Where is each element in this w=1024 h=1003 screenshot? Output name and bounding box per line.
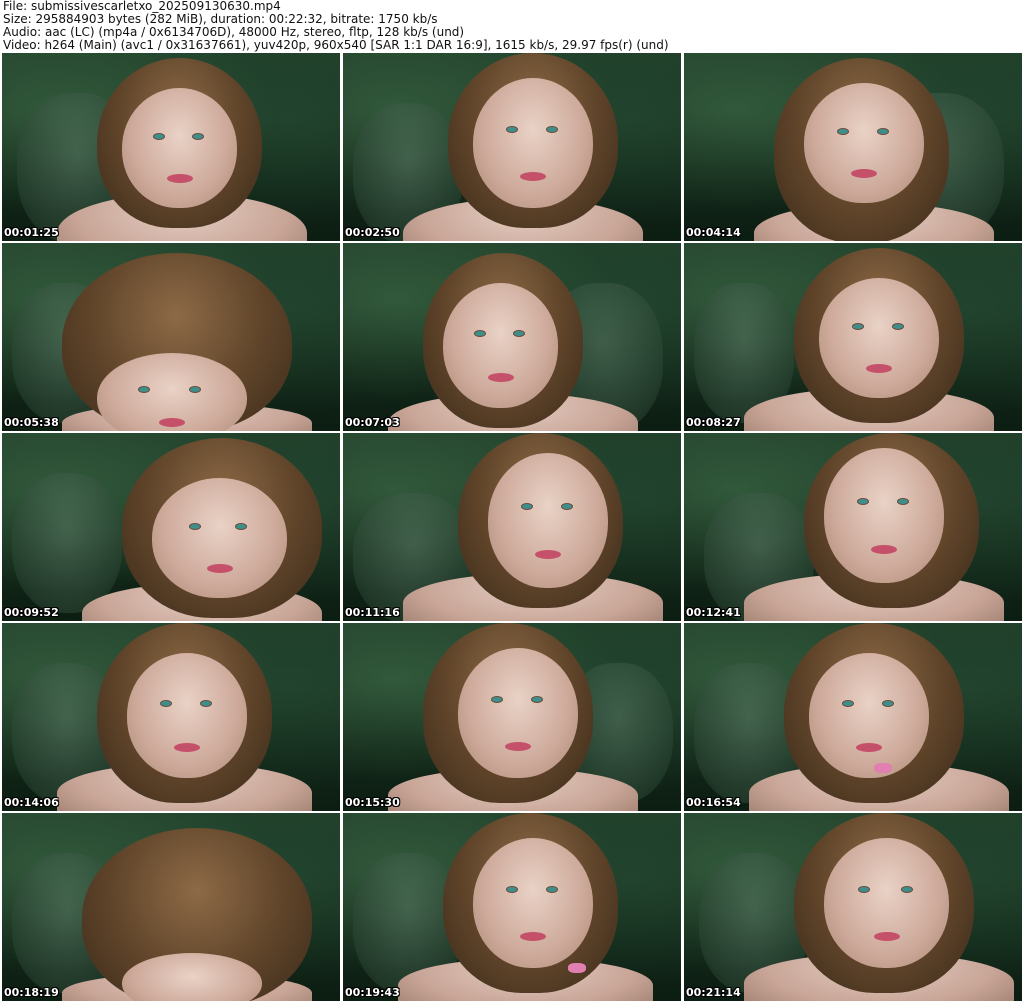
- frame-timestamp: 00:15:30: [345, 796, 400, 809]
- video-frame-thumbnail: 00:04:14: [684, 53, 1022, 241]
- file-name-line: File: submissivescarletxo_202509130630.m…: [3, 0, 281, 13]
- right-eye-shape: [878, 129, 888, 134]
- face-shape: [458, 648, 578, 778]
- frame-timestamp: 00:07:03: [345, 416, 400, 429]
- video-frame-thumbnail: 00:14:06: [2, 623, 340, 811]
- lips-shape: [535, 550, 561, 559]
- video-frame-thumbnail: 00:12:41: [684, 433, 1022, 621]
- chair-shape: [12, 473, 122, 613]
- left-eye-shape: [507, 887, 517, 892]
- face-shape: [443, 283, 558, 408]
- lips-shape: [488, 373, 514, 382]
- face-shape: [127, 653, 247, 778]
- lips-shape: [167, 174, 193, 183]
- face-shape: [809, 653, 929, 778]
- video-info-line: Video: h264 (Main) (avc1 / 0x31637661), …: [3, 39, 669, 52]
- face-shape: [488, 453, 608, 588]
- video-frame-thumbnail: 00:21:14: [684, 813, 1022, 1001]
- video-frame-thumbnail: 00:15:30: [343, 623, 681, 811]
- lips-shape: [520, 172, 546, 181]
- frame-timestamp: 00:14:06: [4, 796, 59, 809]
- video-frame-thumbnail: 00:16:54: [684, 623, 1022, 811]
- frame-timestamp: 00:12:41: [686, 606, 741, 619]
- pink-object-shape: [568, 963, 586, 973]
- video-frame-thumbnail: 00:09:52: [2, 433, 340, 621]
- left-eye-shape: [475, 331, 485, 336]
- file-info-header: File: submissivescarletxo_202509130630.m…: [3, 0, 1021, 52]
- lips-shape: [871, 545, 897, 554]
- left-eye-shape: [843, 701, 853, 706]
- lips-shape: [174, 743, 200, 752]
- frame-timestamp: 00:09:52: [4, 606, 59, 619]
- frame-timestamp: 00:11:16: [345, 606, 400, 619]
- left-eye-shape: [154, 134, 164, 139]
- lips-shape: [520, 932, 546, 941]
- video-frame-thumbnail: 00:08:27: [684, 243, 1022, 431]
- left-eye-shape: [492, 697, 502, 702]
- frame-timestamp: 00:02:50: [345, 226, 400, 239]
- face-shape: [824, 838, 949, 968]
- video-frame-thumbnail: 00:01:25: [2, 53, 340, 241]
- frame-timestamp: 00:21:14: [686, 986, 741, 999]
- video-frame-thumbnail: 00:02:50: [343, 53, 681, 241]
- frame-timestamp: 00:19:43: [345, 986, 400, 999]
- lips-shape: [851, 169, 877, 178]
- left-eye-shape: [190, 524, 200, 529]
- frame-timestamp: 00:01:25: [4, 226, 59, 239]
- lips-shape: [207, 564, 233, 573]
- video-frame-thumbnail: 00:18:19: [2, 813, 340, 1001]
- right-eye-shape: [547, 887, 557, 892]
- right-eye-shape: [514, 331, 524, 336]
- left-eye-shape: [139, 387, 149, 392]
- face-shape: [819, 278, 939, 398]
- right-eye-shape: [883, 701, 893, 706]
- right-eye-shape: [893, 324, 903, 329]
- lips-shape: [856, 743, 882, 752]
- lips-shape: [866, 364, 892, 373]
- left-eye-shape: [858, 499, 868, 504]
- right-eye-shape: [562, 504, 572, 509]
- right-eye-shape: [201, 701, 211, 706]
- left-eye-shape: [838, 129, 848, 134]
- left-eye-shape: [859, 887, 869, 892]
- right-eye-shape: [236, 524, 246, 529]
- face-shape: [804, 83, 924, 203]
- frame-timestamp: 00:08:27: [686, 416, 741, 429]
- right-eye-shape: [547, 127, 557, 132]
- left-eye-shape: [853, 324, 863, 329]
- frame-timestamp: 00:18:19: [4, 986, 59, 999]
- right-eye-shape: [193, 134, 203, 139]
- face-shape: [824, 448, 944, 583]
- lips-shape: [874, 932, 900, 941]
- frame-timestamp: 00:16:54: [686, 796, 741, 809]
- frame-timestamp: 00:05:38: [4, 416, 59, 429]
- frame-timestamp: 00:04:14: [686, 226, 741, 239]
- lips-shape: [159, 418, 185, 427]
- lips-shape: [505, 742, 531, 751]
- right-eye-shape: [532, 697, 542, 702]
- face-shape: [152, 478, 287, 598]
- left-eye-shape: [507, 127, 517, 132]
- video-frame-thumbnail: 00:11:16: [343, 433, 681, 621]
- right-eye-shape: [190, 387, 200, 392]
- left-eye-shape: [522, 504, 532, 509]
- video-frame-thumbnail: 00:05:38: [2, 243, 340, 431]
- right-eye-shape: [898, 499, 908, 504]
- video-frame-thumbnail: 00:07:03: [343, 243, 681, 431]
- right-eye-shape: [902, 887, 912, 892]
- face-shape: [473, 78, 593, 208]
- pink-object-shape: [874, 763, 892, 773]
- audio-info-line: Audio: aac (LC) (mp4a / 0x6134706D), 480…: [3, 26, 465, 39]
- face-shape: [473, 838, 593, 968]
- file-size-line: Size: 295884903 bytes (282 MiB), duratio…: [3, 13, 438, 26]
- left-eye-shape: [161, 701, 171, 706]
- video-frame-thumbnail: 00:19:43: [343, 813, 681, 1001]
- thumbnail-grid: 00:01:25 00:02:50 00:04:14 00:05:38 00:07:03…: [2, 53, 1022, 1003]
- face-shape: [122, 88, 237, 208]
